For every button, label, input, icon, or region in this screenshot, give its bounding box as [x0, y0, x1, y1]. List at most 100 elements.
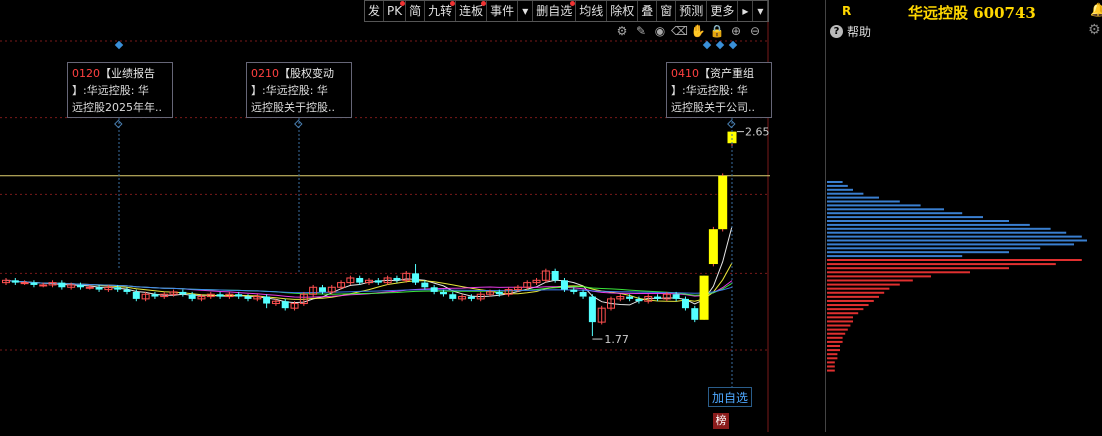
high-label: 2.65 — [745, 126, 770, 139]
gear-icon[interactable]: ⚙ — [1088, 22, 1101, 38]
candle-body — [76, 284, 84, 288]
candle-body — [11, 280, 19, 283]
volume-profile-bar-up — [827, 184, 848, 187]
toolbar-button[interactable]: 叠 — [638, 1, 658, 21]
candle-body — [691, 308, 699, 320]
volume-profile-bar-down — [827, 353, 838, 356]
volume-profile-bar-up — [827, 243, 1074, 246]
add-to-watchlist-button[interactable]: 加自选 — [708, 387, 752, 407]
hand-icon[interactable]: ✋ — [690, 23, 706, 39]
toolbar-button[interactable]: 预测 — [676, 1, 708, 21]
event-text-line: 远控股关于控股.. — [251, 101, 335, 114]
candle-body — [654, 296, 662, 299]
volume-profile-bar-down — [827, 283, 900, 286]
volume-profile-bar-up — [827, 231, 1067, 234]
toolbar-button[interactable]: 连板 — [456, 1, 488, 21]
toolbar-button[interactable]: 简 — [406, 1, 426, 21]
volume-profile-bar-down — [827, 295, 879, 298]
volume-profile-bar-down — [827, 308, 864, 311]
event-code: 0410 — [671, 67, 699, 80]
volume-profile-bar-down — [827, 369, 835, 372]
toolbar-button[interactable]: 事件 — [487, 1, 519, 21]
candle-body — [708, 229, 718, 265]
help-icon: ? — [830, 25, 843, 38]
zoom-out-icon[interactable]: ⊖ — [747, 23, 763, 39]
volume-profile-bar-down — [827, 263, 1056, 266]
toolbar-button[interactable]: 九转 — [425, 1, 457, 21]
connector-diamond — [114, 119, 123, 129]
toolbar-button[interactable]: PK — [384, 1, 407, 21]
volume-profile-bar-up — [827, 247, 1041, 250]
settings-icon[interactable]: ⚙ — [614, 23, 630, 39]
rzrq-badge: R — [842, 4, 852, 18]
candle-body — [39, 284, 48, 287]
candle-body — [421, 282, 429, 288]
event-marker-icon — [728, 40, 738, 50]
event-code: 0210 — [251, 67, 279, 80]
panel-divider — [825, 0, 826, 432]
candle-body — [412, 273, 420, 283]
toolbar-button[interactable]: 更多 — [707, 1, 739, 21]
event-annotation-restructuring[interactable]: 0410【资产重组 】:华远控股: 华 远控股关于公司.. — [666, 62, 772, 118]
ranking-badge[interactable]: 榜 — [713, 413, 729, 429]
event-type: 【业绩报告 — [100, 67, 155, 80]
volume-profile-bar-down — [827, 324, 851, 327]
toolbar-button[interactable]: 发 — [365, 1, 385, 21]
volume-profile-chart — [827, 181, 1087, 372]
volume-profile-bar-down — [827, 336, 843, 339]
volume-profile-bar-up — [827, 204, 921, 207]
volume-profile-bar-up — [827, 208, 944, 211]
volume-profile-bar-up — [827, 216, 983, 219]
candle-body — [681, 298, 689, 309]
candle-body — [579, 291, 587, 297]
volume-profile-bar-up — [827, 227, 1051, 230]
candle-body — [20, 282, 29, 285]
candle-body — [588, 296, 596, 323]
toolbar-button[interactable]: ▾ — [518, 1, 534, 21]
volume-profile-bar-up — [827, 255, 963, 258]
toolbar-button[interactable]: ▸ — [738, 1, 754, 21]
volume-profile-bar-down — [827, 259, 1082, 261]
toolbar-button[interactable]: 窗 — [657, 1, 677, 21]
event-annotation-earnings[interactable]: 0120【业绩报告 】:华远控股: 华 远控股2025年年.. — [67, 62, 173, 118]
candle-body — [672, 294, 680, 299]
drawing-tools: ⚙ ✎ ◉ ⌫ ✋ 🔒 ⊕ ⊖ — [614, 23, 763, 39]
candle-body — [179, 291, 187, 295]
pencil-icon[interactable]: ✎ — [633, 23, 649, 39]
trash-icon[interactable]: ⌫ — [671, 23, 688, 39]
event-text-line: 远控股关于公司.. — [671, 101, 755, 114]
eye-icon[interactable]: ◉ — [652, 23, 668, 39]
event-annotation-equity-change[interactable]: 0210【股权变动 】:华远控股: 华 远控股关于控股.. — [246, 62, 352, 118]
volume-profile-bar-down — [827, 287, 890, 290]
toolbar-button[interactable]: 除权 — [607, 1, 639, 21]
volume-profile-bar-up — [827, 251, 1009, 254]
volume-profile-bar-down — [827, 304, 869, 307]
zoom-in-icon[interactable]: ⊕ — [728, 23, 744, 39]
candle-body — [95, 287, 103, 290]
volume-profile-bar-down — [827, 349, 840, 352]
event-code: 0120 — [72, 67, 100, 80]
help-button[interactable]: ? 帮助 — [830, 23, 871, 40]
event-marker-icon — [702, 40, 712, 50]
candle-body — [123, 289, 131, 292]
candle-body — [318, 287, 326, 292]
volume-profile-bar-up — [827, 200, 900, 203]
volume-profile-bar-down — [827, 357, 838, 360]
lock-icon[interactable]: 🔒 — [709, 23, 725, 39]
chart-toolbar: 发 PK 简九转 连板 事件 ▾ 删自选 均线 除权叠窗预测 更多 ▸ ▾ — [364, 0, 770, 22]
toolbar-button[interactable]: 删自选 — [533, 1, 577, 21]
candle-body — [188, 294, 196, 299]
event-text-line: 】:华远控股: 华 — [251, 84, 328, 97]
volume-profile-bar-down — [827, 267, 1009, 270]
toolbar-button[interactable]: 均线 — [576, 1, 608, 21]
candle-body — [132, 291, 140, 299]
bell-icon[interactable]: 🔔 — [1090, 3, 1102, 18]
event-type: 【股权变动 — [279, 67, 334, 80]
candle-body — [449, 294, 457, 299]
new-dot — [481, 1, 487, 6]
new-dot — [570, 1, 576, 6]
volume-profile-bar-down — [827, 340, 843, 343]
volume-profile-bar-up — [827, 212, 963, 215]
volume-profile-bar-down — [827, 271, 970, 274]
toolbar-button[interactable]: ▾ — [753, 1, 769, 21]
